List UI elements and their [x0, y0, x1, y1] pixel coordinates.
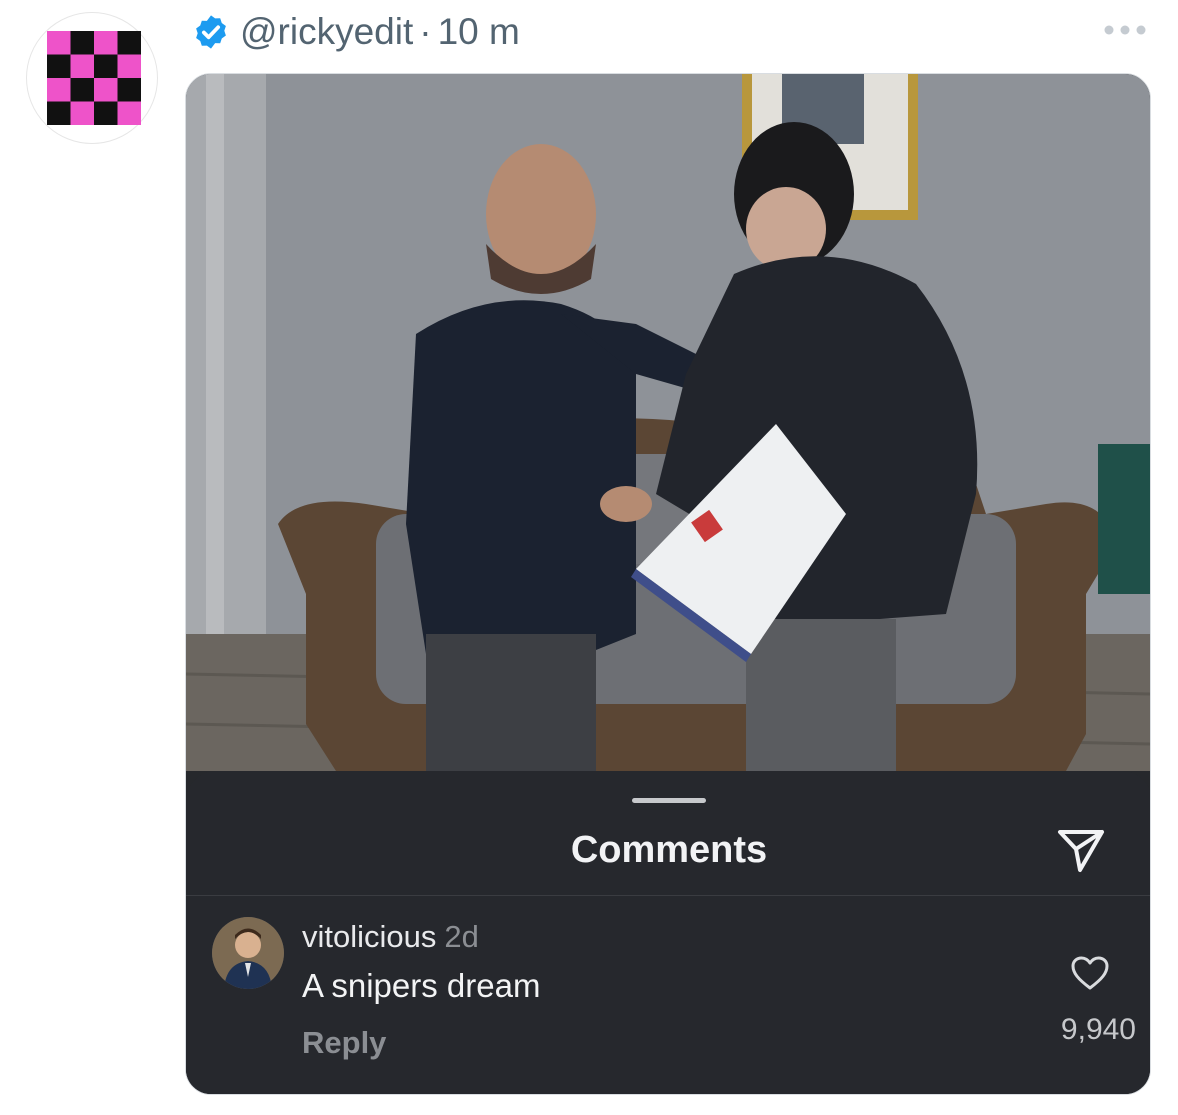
comment-author[interactable]: vitolicious 2d [302, 919, 479, 955]
send-icon[interactable] [1056, 827, 1106, 873]
comment-text: A snipers dream [302, 967, 541, 1004]
comment-age: 2d [444, 919, 479, 954]
checkerboard-logo [47, 31, 141, 125]
reply-button[interactable]: Reply [302, 1025, 386, 1061]
post-photo [186, 74, 1150, 771]
media-card[interactable]: Comments vitolicious 2d A snipers dream … [185, 73, 1151, 1095]
comments-title: Comments [570, 829, 768, 871]
comment-username[interactable]: vitolicious [302, 919, 436, 954]
tweet-header: @rickyedit · 10 m [192, 10, 520, 54]
more-options-icon[interactable] [1100, 18, 1150, 42]
commenter-photo [212, 917, 284, 989]
profile-avatar[interactable] [26, 12, 158, 144]
verified-badge-icon [196, 15, 226, 49]
separator-dot: · [419, 11, 432, 52]
comments-panel: Comments vitolicious 2d A snipers dream … [186, 771, 1150, 1094]
drag-handle[interactable] [632, 798, 706, 803]
tweet: @rickyedit · 10 m Comments vitolicious 2… [0, 0, 1178, 1115]
heart-icon[interactable] [1070, 955, 1110, 991]
comments-sheet: Comments vitolicious 2d A snipers dream … [186, 771, 1150, 1094]
header-divider [186, 895, 1150, 896]
post-time[interactable]: 10 m [438, 11, 520, 53]
commenter-avatar[interactable] [212, 917, 284, 989]
author-handle[interactable]: @rickyedit [240, 11, 413, 53]
like-count: 9,940 [1060, 1013, 1136, 1046]
